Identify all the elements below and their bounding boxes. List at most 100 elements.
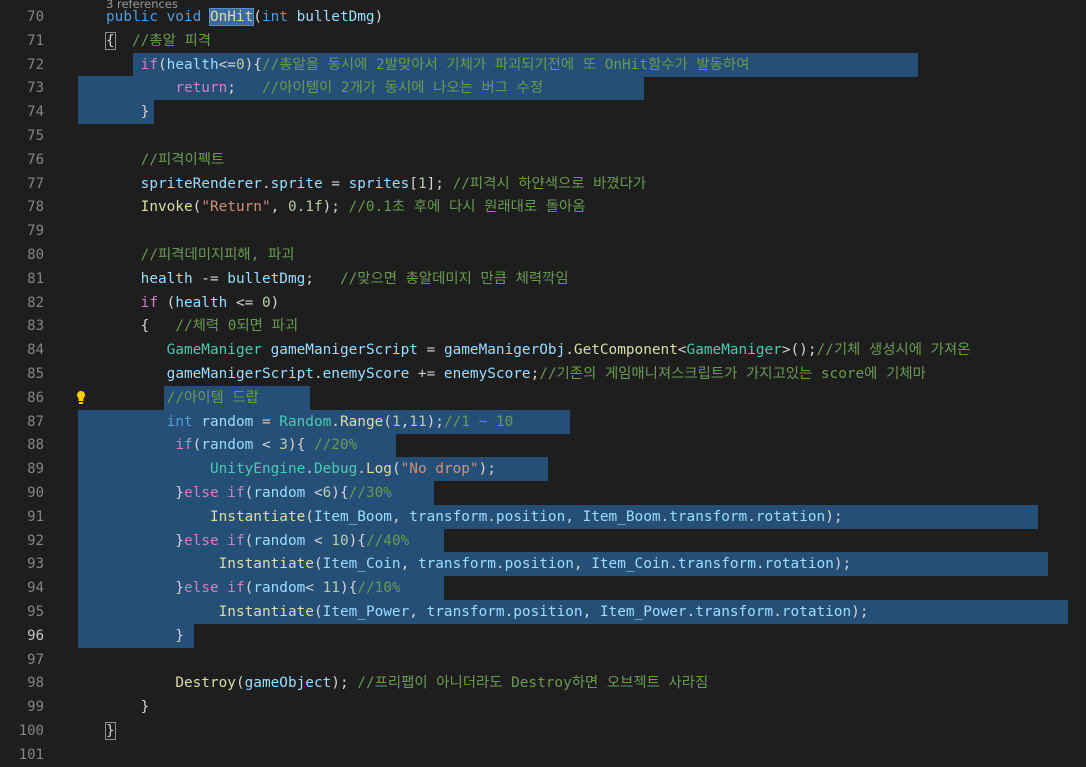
code-token: return [175, 80, 228, 97]
line-number: 83 [27, 318, 44, 335]
code-line[interactable]: 77 spriteRenderer.sprite = sprites[1]; /… [0, 172, 1086, 196]
code-token: } [106, 485, 184, 501]
line-number: 70 [27, 9, 44, 25]
code-text[interactable]: Invoke("Return", 0.1f); //0.1초 후에 다시 원래대… [106, 195, 586, 219]
code-line[interactable]: 99 } [0, 695, 1086, 719]
code-text[interactable]: Destroy(gameObject); //프리팹이 아니더라도 Destro… [106, 671, 708, 695]
code-token: sprite [270, 175, 323, 192]
code-line[interactable]: 98 Destroy(gameObject); //프리팹이 아니더라도 Des… [0, 671, 1086, 695]
code-line[interactable]: 80 //피격데미지피해, 파괴 [0, 243, 1086, 267]
code-line[interactable]: 84 GameManiger gameManigerScript = gameM… [0, 338, 1086, 362]
code-line[interactable]: 95 Instantiate(Item_Power, transform.pos… [0, 600, 1086, 624]
code-text[interactable]: spriteRenderer.sprite = sprites[1]; //피격… [106, 172, 646, 196]
code-text[interactable]: } [106, 100, 150, 124]
code-line[interactable]: 76 //피격이펙트 [0, 148, 1086, 172]
code-token: < [253, 437, 280, 454]
code-token: enemyScore [443, 366, 531, 382]
code-line[interactable]: 73 return; //아이템이 2개가 동시에 나오는 버그 수정 [0, 76, 1086, 101]
code-text[interactable]: Instantiate(Item_Power, transform.positi… [106, 600, 869, 624]
code-text[interactable]: } [105, 719, 116, 743]
code-token: ) [287, 437, 297, 454]
code-editor[interactable]: 3 references 70 public void OnHit(int bul… [0, 0, 1086, 763]
code-token: 3 [279, 437, 288, 454]
code-token: bulletDmg [227, 270, 306, 287]
line-number: 99 [27, 699, 44, 716]
code-text[interactable]: { //체력 0되면 파괴 [106, 314, 298, 338]
code-text[interactable]: if(random < 3){ //20% [106, 433, 357, 457]
code-text[interactable]: { //총알 피격 [105, 29, 211, 53]
code-line[interactable]: 94 }else if(random< 11){//10% [0, 576, 1086, 601]
code-token: } [106, 580, 184, 597]
code-text[interactable]: Instantiate(Item_Boom, transform.positio… [106, 505, 843, 529]
code-line[interactable]: 101 [0, 743, 1086, 767]
code-line[interactable]: 88 if(random < 3){ //20% [0, 433, 1086, 458]
code-line[interactable]: 87 int random = Random.Range(1,11);//1 ~… [0, 409, 1086, 434]
code-line[interactable]: 79 [0, 219, 1086, 243]
code-text[interactable]: //피격데미지피해, 파괴 [106, 243, 295, 267]
code-token: } [105, 722, 116, 740]
code-line[interactable]: 86 //아이템 드랍 [0, 385, 1086, 410]
code-line[interactable]: 89 UnityEngine.Debug.Log("No drop"); [0, 457, 1086, 482]
code-token: . [660, 508, 670, 525]
code-line[interactable]: 100} [0, 719, 1086, 743]
code-text[interactable]: health -= bulletDmg; //맞으면 총알데미지 만큼 체력깍임 [106, 267, 569, 291]
code-line[interactable]: 85 gameManigerScript.enemyScore += enemy… [0, 362, 1086, 386]
code-line[interactable]: 82 if (health <= 0) [0, 291, 1086, 315]
code-line[interactable]: 91 Instantiate(Item_Boom, transform.posi… [0, 504, 1086, 529]
code-token: GameManiger [686, 342, 782, 359]
code-token: enemyScore [322, 366, 410, 382]
code-line[interactable]: 75 [0, 124, 1086, 148]
code-text[interactable]: }else if(random< 11){//10% [106, 576, 400, 600]
line-number: 82 [27, 294, 44, 311]
code-line[interactable]: 81 health -= bulletDmg; //맞으면 총알데미지 만큼 체… [0, 267, 1086, 291]
code-token: //아이템이 2개가 동시에 나오는 버그 수정 [261, 80, 544, 97]
code-text[interactable]: if(health<=0){//총알을 동시에 2발맞아서 기체가 파괴되기전에… [106, 53, 750, 77]
code-text[interactable]: int random = Random.Range(1,11);//1 ~ 10 [106, 410, 514, 434]
code-text[interactable]: } [106, 695, 150, 719]
code-token: Debug [313, 461, 358, 478]
code-line[interactable]: 83 { //체력 0되면 파괴 [0, 314, 1086, 338]
code-text[interactable]: //피격이펙트 [106, 148, 225, 172]
code-line[interactable]: 72 if(health<=0){//총알을 동시에 2발맞아서 기체가 파괴되… [0, 52, 1086, 77]
code-token: Log [365, 461, 392, 478]
code-text[interactable]: public void OnHit(int bulletDmg) [106, 5, 383, 29]
code-token: Range [339, 413, 384, 430]
lightbulb-icon[interactable] [76, 390, 86, 406]
code-line[interactable]: 70 public void OnHit(int bulletDmg) [0, 5, 1086, 29]
code-token: Item_Coin [322, 556, 401, 573]
line-number: 89 [27, 461, 44, 478]
code-line[interactable]: 71 { //총알 피격 [0, 29, 1086, 53]
code-token: 10 [331, 532, 349, 549]
code-token: gameManigerScript [270, 342, 418, 359]
code-token: ){ [331, 485, 349, 501]
code-text[interactable]: }else if(random <6){//30% [106, 481, 392, 505]
code-text[interactable]: if (health <= 0) [106, 291, 280, 315]
code-line[interactable]: 78 Invoke("Return", 0.1f); //0.1초 후에 다시 … [0, 195, 1086, 219]
code-text[interactable]: GameManiger gameManigerScript = gameMani… [106, 338, 971, 362]
code-token: GetComponent [573, 342, 678, 359]
code-token: if [140, 56, 158, 73]
code-text[interactable]: gameManigerScript.enemyScore += enemySco… [106, 362, 926, 386]
code-line[interactable]: 96 } [0, 623, 1086, 648]
code-line[interactable]: 74 } [0, 100, 1086, 125]
code-line[interactable]: 93 Instantiate(Item_Coin, transform.posi… [0, 552, 1086, 577]
code-line[interactable]: 97 [0, 648, 1086, 672]
code-token: ); [426, 413, 444, 430]
code-line[interactable]: 92 }else if(random < 10){//40% [0, 528, 1086, 553]
code-token: < [677, 342, 687, 359]
code-text[interactable]: }else if(random < 10){//40% [106, 529, 409, 553]
code-token: ) [374, 9, 384, 25]
code-text[interactable]: Instantiate(Item_Coin, transform.positio… [106, 552, 852, 576]
code-text[interactable]: UnityEngine.Debug.Log("No drop"); [106, 457, 496, 481]
code-line[interactable]: 90 }else if(random <6){//30% [0, 481, 1086, 505]
code-text[interactable]: return; //아이템이 2개가 동시에 나오는 버그 수정 [106, 76, 543, 100]
code-token: //피격이펙트 [140, 151, 225, 168]
code-token: , [573, 556, 592, 573]
code-text[interactable]: //아이템 드랍 [106, 386, 259, 410]
code-text[interactable]: } [106, 624, 184, 648]
